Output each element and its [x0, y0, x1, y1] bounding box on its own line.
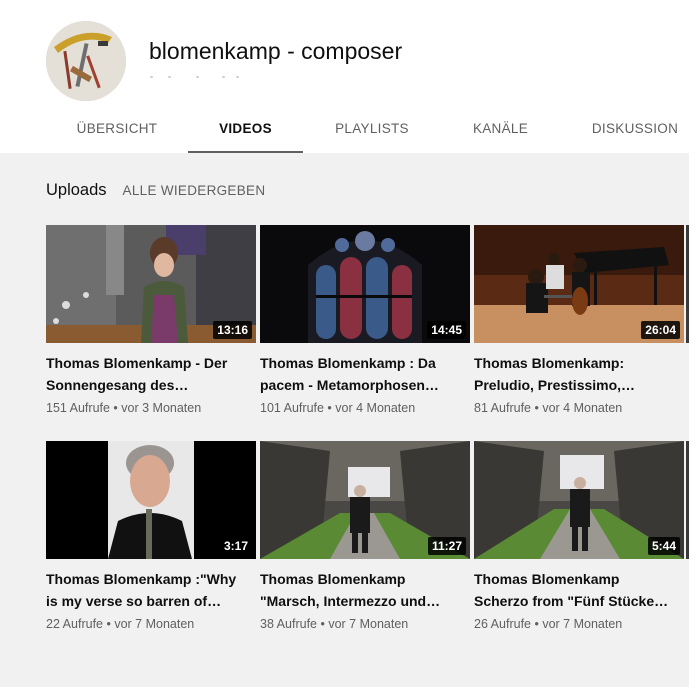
- video-title-line: Thomas Blomenkamp: [260, 571, 406, 587]
- uploads-header: Uploads ALLE WIEDERGEBEN: [46, 180, 265, 200]
- video-title-line: Thomas Blomenkamp - Der: [46, 355, 228, 371]
- channel-tabs: ÜBERSICHT VIDEOS PLAYLISTS KANÄLE DISKUS…: [0, 110, 689, 153]
- video-title-line: Thomas Blomenkamp: [474, 571, 620, 587]
- tab-playlists[interactable]: PLAYLISTS: [316, 110, 428, 153]
- video-title[interactable]: Thomas Blomenkamp :"Why is my verse so b…: [46, 568, 251, 612]
- channel-header: blomenkamp - composer ÜBERSICHT VIDEOS P…: [0, 0, 689, 153]
- video-duration: 5:44: [647, 537, 680, 555]
- video-title-line: Thomas Blomenkamp:: [474, 355, 625, 371]
- section-title: Uploads: [46, 180, 107, 199]
- channel-avatar[interactable]: [46, 21, 126, 101]
- view-count: 26 Aufrufe: [474, 617, 531, 631]
- video-duration: 3:17: [219, 537, 252, 555]
- video-title[interactable]: Thomas Blomenkamp - Der Sonnengesang des…: [46, 352, 251, 396]
- upload-age: vor 4 Monaten: [542, 401, 623, 415]
- video-duration: 11:27: [427, 537, 466, 555]
- subscriber-line: [150, 76, 240, 80]
- upload-age: vor 3 Monaten: [121, 401, 202, 415]
- upload-age: vor 7 Monaten: [328, 617, 409, 631]
- tab-uebersicht[interactable]: ÜBERSICHT: [58, 110, 176, 153]
- tab-videos[interactable]: VIDEOS: [188, 110, 303, 153]
- view-count: 38 Aufrufe: [260, 617, 317, 631]
- video-meta: 22 Aufrufe • vor 7 Monaten: [46, 617, 195, 631]
- video-title[interactable]: Thomas Blomenkamp Scherzo from "Fünf Stü…: [474, 568, 679, 612]
- video-title-line: Thomas Blomenkamp :"Why: [46, 571, 237, 587]
- tab-diskussion[interactable]: DISKUSSION: [575, 110, 689, 153]
- video-meta: 151 Aufrufe • vor 3 Monaten: [46, 401, 202, 415]
- view-count: 81 Aufrufe: [474, 401, 531, 415]
- video-duration: 14:45: [427, 321, 466, 339]
- video-thumbnail[interactable]: 13:16: [46, 225, 256, 343]
- video-title[interactable]: Thomas Blomenkamp : Da pacem - Metamorph…: [260, 352, 465, 396]
- video-thumbnail[interactable]: 14:45: [260, 225, 470, 343]
- video-meta: 38 Aufrufe • vor 7 Monaten: [260, 617, 409, 631]
- view-count: 101 Aufrufe: [260, 401, 324, 415]
- video-thumbnail[interactable]: 5:44: [474, 441, 684, 559]
- video-thumbnail[interactable]: 3:17: [46, 441, 256, 559]
- upload-age: vor 7 Monaten: [114, 617, 195, 631]
- video-title[interactable]: Thomas Blomenkamp "Marsch, Intermezzo un…: [260, 568, 465, 612]
- video-title-line: Thomas Blomenkamp : Da: [260, 355, 436, 371]
- tab-kanaele[interactable]: KANÄLE: [448, 110, 553, 153]
- channel-title: blomenkamp - composer: [149, 38, 403, 64]
- avatar-image: [46, 21, 126, 101]
- video-duration: 26:04: [641, 321, 680, 339]
- video-title-line: is my verse so barren of…: [46, 593, 222, 609]
- view-count: 22 Aufrufe: [46, 617, 103, 631]
- video-title-line: pacem - Metamorphosen…: [260, 377, 439, 393]
- video-thumbnail[interactable]: 11:27: [260, 441, 470, 559]
- video-duration: 13:16: [213, 321, 252, 339]
- video-thumbnail[interactable]: 26:04: [474, 225, 684, 343]
- upload-age: vor 4 Monaten: [335, 401, 416, 415]
- video-title[interactable]: Thomas Blomenkamp: Preludio, Prestissimo…: [474, 352, 679, 396]
- video-title-line: Sonnengesang des…: [46, 377, 189, 393]
- video-title-line: Scherzo from "Fünf Stücke…: [474, 593, 669, 609]
- video-meta: 26 Aufrufe • vor 7 Monaten: [474, 617, 623, 631]
- view-count: 151 Aufrufe: [46, 401, 110, 415]
- video-meta: 101 Aufrufe • vor 4 Monaten: [260, 401, 416, 415]
- video-meta: 81 Aufrufe • vor 4 Monaten: [474, 401, 623, 415]
- play-all-button[interactable]: ALLE WIEDERGEBEN: [123, 183, 266, 198]
- video-title-line: Preludio, Prestissimo,…: [474, 377, 636, 393]
- upload-age: vor 7 Monaten: [542, 617, 623, 631]
- video-title-line: "Marsch, Intermezzo und…: [260, 593, 441, 609]
